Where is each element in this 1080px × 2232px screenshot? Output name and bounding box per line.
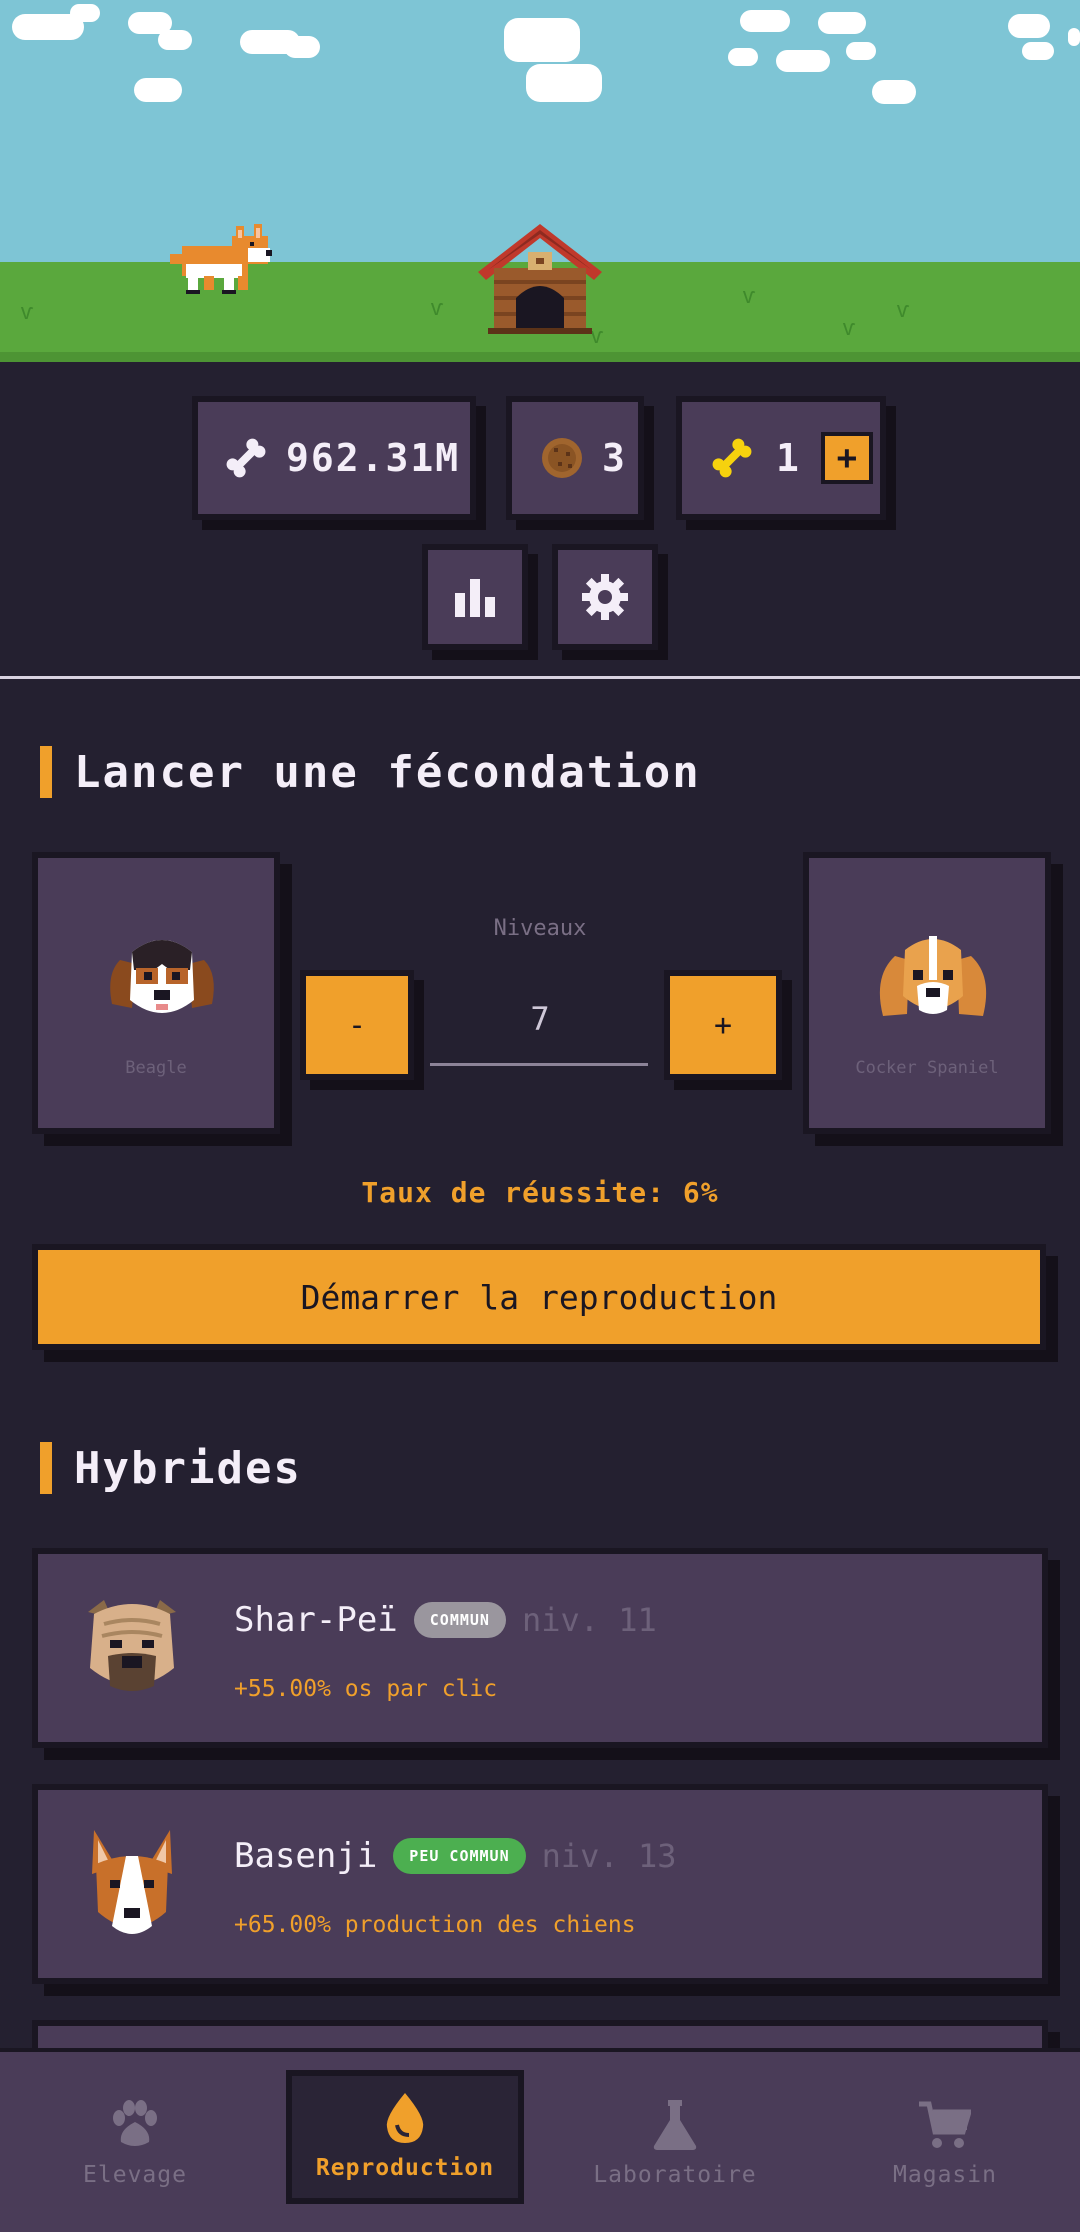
nav-item-laboratoire[interactable]: Laboratoire bbox=[560, 2052, 790, 2232]
levels-value[interactable]: 7 bbox=[430, 1000, 650, 1038]
settings-button[interactable] bbox=[552, 544, 658, 650]
title-accent-bar bbox=[40, 1442, 52, 1494]
bone-icon bbox=[226, 438, 266, 478]
ground-edge bbox=[0, 352, 1080, 362]
nav-label: Elevage bbox=[83, 2162, 187, 2188]
cloud bbox=[526, 64, 602, 102]
hybrids-section-title: Hybrides bbox=[40, 1442, 302, 1494]
stats-button[interactable] bbox=[422, 544, 528, 650]
hybrid-card-basenji[interactable]: Basenji PEU COMMUN niv. 13 +65.00% produ… bbox=[32, 1784, 1048, 1984]
gear-icon bbox=[582, 574, 628, 620]
cloud bbox=[818, 12, 866, 34]
cookies-value: 3 bbox=[602, 436, 627, 480]
hybrid-level: niv. 11 bbox=[521, 1601, 657, 1639]
bones-counter: 962.31M bbox=[192, 396, 476, 520]
left-dog-name: Beagle bbox=[125, 1058, 187, 1078]
cloud bbox=[504, 18, 580, 62]
basenji-portrait bbox=[92, 1830, 172, 1934]
bottom-nav: Elevage Reproduction Laboratoire Magasin bbox=[0, 2048, 1080, 2232]
breeding-section-title: Lancer une fécondation bbox=[40, 746, 701, 798]
nav-label: Magasin bbox=[893, 2162, 997, 2188]
start-breeding-button[interactable]: Démarrer la reproduction bbox=[32, 1244, 1046, 1350]
cloud bbox=[846, 42, 876, 60]
flask-icon bbox=[653, 2100, 697, 2150]
golden-bones-value: 1 bbox=[776, 436, 801, 480]
grass-tuft: ѵ bbox=[896, 298, 910, 323]
nav-item-magasin[interactable]: Magasin bbox=[830, 2052, 1060, 2232]
shar-pei-portrait bbox=[88, 1600, 176, 1691]
dog-house-sprite[interactable] bbox=[478, 224, 602, 334]
grass-tuft: ѵ bbox=[20, 300, 34, 325]
buy-golden-bones-button[interactable]: + bbox=[820, 432, 873, 484]
grass-tuft: ѵ bbox=[430, 296, 444, 321]
nav-item-reproduction[interactable]: Reproduction bbox=[286, 2070, 524, 2204]
levels-label: Niveaux bbox=[493, 916, 587, 941]
hybrid-name-row: Shar-Peï COMMUN niv. 11 bbox=[234, 1600, 657, 1640]
levels-underline bbox=[430, 1063, 648, 1066]
game-scene: ѵ ѵ ѵ ѵ ѵ ѵ bbox=[0, 0, 1080, 362]
hybrid-name-row: Basenji PEU COMMUN niv. 13 bbox=[234, 1836, 676, 1876]
rarity-badge: COMMUN bbox=[413, 1602, 506, 1638]
cookie-icon bbox=[542, 438, 582, 478]
nav-label: Laboratoire bbox=[593, 2162, 757, 2188]
cloud bbox=[872, 80, 916, 104]
nav-item-elevage[interactable]: Elevage bbox=[20, 2052, 250, 2232]
cart-icon bbox=[919, 2101, 971, 2148]
cloud bbox=[728, 48, 758, 66]
drop-icon bbox=[386, 2093, 424, 2143]
divider bbox=[0, 676, 1080, 679]
cocker-spaniel-portrait bbox=[879, 936, 987, 1016]
left-dog-slot[interactable]: Beagle bbox=[32, 852, 280, 1134]
hybrids-title-text: Hybrides bbox=[74, 1442, 302, 1494]
hybrid-card-shar-pei[interactable]: Shar-Peï COMMUN niv. 11 +55.00% os par c… bbox=[32, 1548, 1048, 1748]
title-accent-bar bbox=[40, 746, 52, 798]
grass-tuft: ѵ bbox=[842, 316, 856, 341]
cloud bbox=[70, 4, 100, 22]
cloud bbox=[776, 50, 830, 72]
nav-label: Reproduction bbox=[315, 2155, 495, 2181]
increase-level-button[interactable]: + bbox=[664, 970, 782, 1080]
cloud bbox=[1022, 42, 1054, 60]
cloud bbox=[158, 30, 192, 50]
bones-value: 962.31M bbox=[286, 436, 461, 480]
cloud bbox=[134, 78, 182, 102]
cloud bbox=[1068, 28, 1080, 46]
rarity-badge: PEU COMMUN bbox=[393, 1838, 526, 1874]
bar-chart-icon bbox=[455, 579, 495, 617]
hybrid-level: niv. 13 bbox=[541, 1837, 677, 1875]
golden-bones-counter: 1 + bbox=[676, 396, 886, 520]
right-dog-slot[interactable]: Cocker Spaniel bbox=[803, 852, 1051, 1134]
hybrid-bonus: +55.00% os par clic bbox=[234, 1676, 498, 1702]
cloud bbox=[1008, 14, 1050, 38]
success-rate: Taux de réussite: 6% bbox=[361, 1176, 719, 1209]
corgi-sprite[interactable] bbox=[162, 218, 280, 298]
beagle-portrait bbox=[110, 940, 214, 1013]
decrease-level-button[interactable]: - bbox=[300, 970, 414, 1080]
hybrid-name: Shar-Peï bbox=[234, 1600, 398, 1640]
cookies-counter: 3 bbox=[506, 396, 644, 520]
right-dog-name: Cocker Spaniel bbox=[855, 1058, 999, 1078]
grass-tuft: ѵ bbox=[742, 284, 756, 309]
hybrid-bonus: +65.00% production des chiens bbox=[234, 1912, 636, 1938]
cloud bbox=[284, 36, 320, 58]
cloud bbox=[740, 10, 790, 32]
hybrid-name: Basenji bbox=[234, 1836, 378, 1876]
paw-icon bbox=[113, 2100, 157, 2146]
breeding-title-text: Lancer une fécondation bbox=[74, 746, 701, 798]
stats-area: 962.31M 3 1 + bbox=[0, 362, 1080, 676]
golden-bone-icon bbox=[712, 438, 752, 478]
